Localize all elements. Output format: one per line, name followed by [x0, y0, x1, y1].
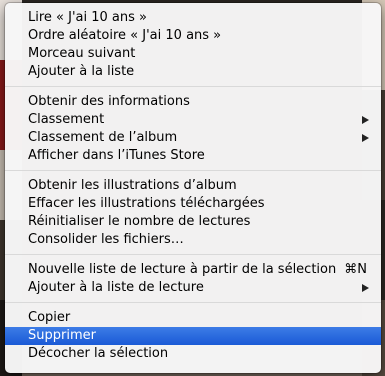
menu-item-label: Ajouter à la liste de lecture [28, 280, 204, 295]
menu-separator [5, 170, 381, 171]
menu-separator [5, 86, 381, 87]
menu-item-reset-play-count[interactable]: Réinitialiser le nombre de lectures [5, 213, 381, 231]
menu-item-copy[interactable]: Copier [5, 309, 381, 327]
menu-item-album-rating[interactable]: Classement de l’album [5, 129, 381, 147]
menu-item-rating[interactable]: Classement [5, 111, 381, 129]
menu-separator [5, 302, 381, 303]
submenu-arrow-icon [362, 134, 369, 142]
menu-item-add-to-list[interactable]: Ajouter à la liste [5, 63, 381, 81]
menu-item-clear-artwork[interactable]: Effacer les illustrations téléchargées [5, 195, 381, 213]
menu-item-get-artwork[interactable]: Obtenir les illustrations d’album [5, 177, 381, 195]
menu-item-next-track[interactable]: Morceau suivant [5, 45, 381, 63]
menu-item-add-to-playlist[interactable]: Ajouter à la liste de lecture [5, 279, 381, 297]
menu-item-label: Nouvelle liste de lecture à partir de la… [28, 262, 337, 277]
menu-item-play[interactable]: Lire « J'ai 10 ans » [5, 9, 381, 27]
menu-item-get-info[interactable]: Obtenir des informations [5, 93, 381, 111]
menu-item-show-in-store[interactable]: Afficher dans l’iTunes Store [5, 147, 381, 165]
menu-item-consolidate-files[interactable]: Consolider les fichiers… [5, 231, 381, 249]
menu-separator [5, 254, 381, 255]
menu-item-new-playlist-from-selection[interactable]: Nouvelle liste de lecture à partir de la… [5, 261, 381, 279]
context-menu: Lire « J'ai 10 ans » Ordre aléatoire « J… [5, 3, 381, 373]
menu-item-label: Classement de l’album [28, 130, 178, 145]
keyboard-shortcut: ⌘N [344, 262, 367, 277]
menu-item-delete[interactable]: Supprimer [5, 327, 381, 345]
submenu-arrow-icon [362, 116, 369, 124]
menu-item-uncheck-selection[interactable]: Décocher la sélection [5, 345, 381, 363]
menu-item-label: Classement [28, 112, 105, 127]
menu-item-shuffle[interactable]: Ordre aléatoire « J'ai 10 ans » [5, 27, 381, 45]
submenu-arrow-icon [362, 284, 369, 292]
